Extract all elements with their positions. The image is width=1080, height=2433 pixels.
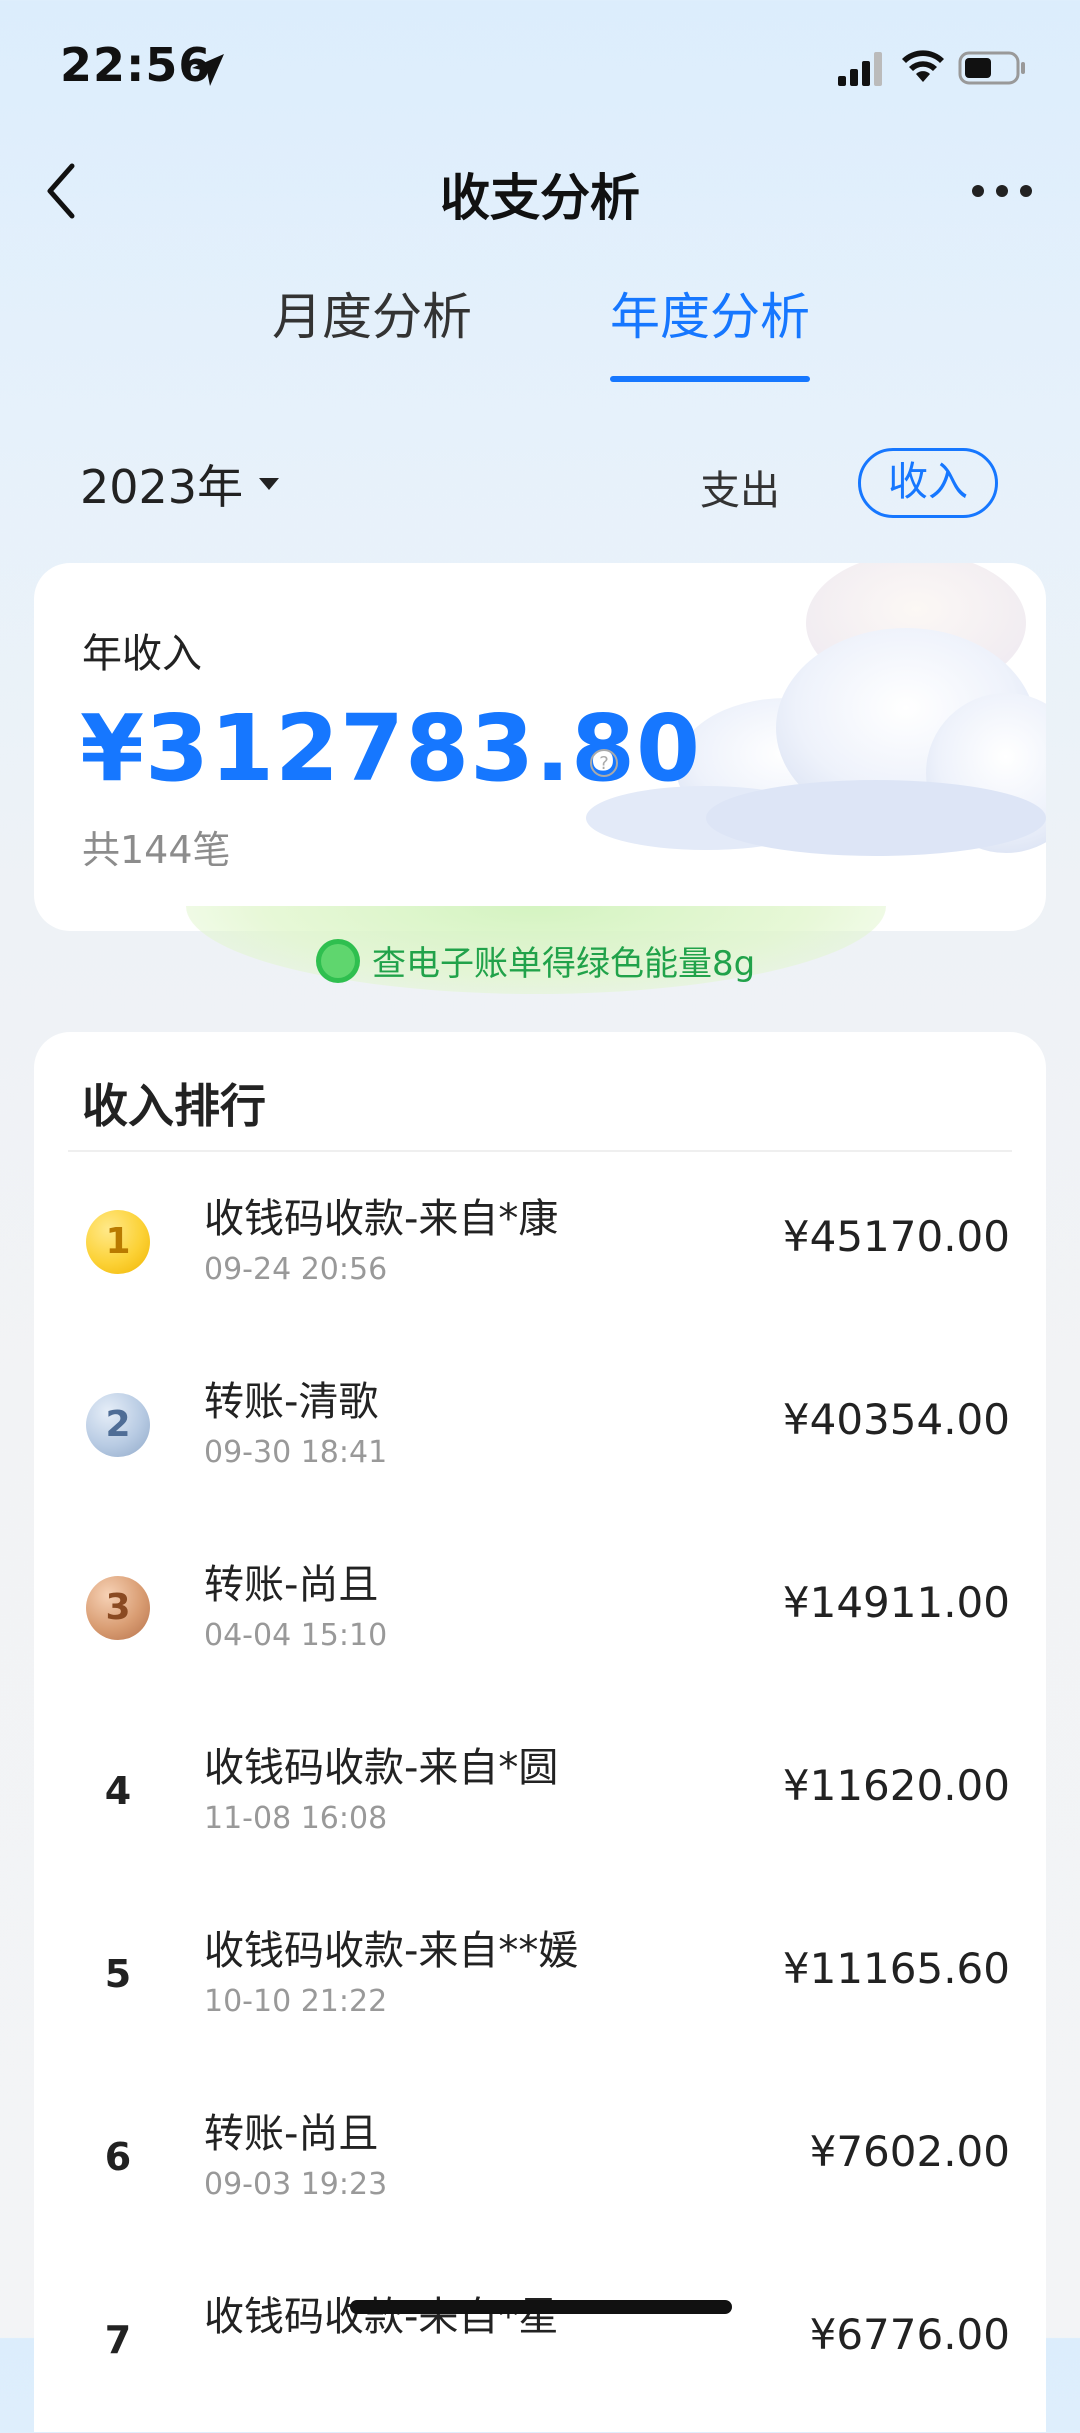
green-energy-text: 查电子账单得绿色能量8g <box>372 944 756 984</box>
ranking-row[interactable]: 2 转账-清歌 09-30 18:41 ¥40354.00 <box>34 1335 1046 1518</box>
ranking-title: 收入排行 <box>82 1079 266 1133</box>
tab-yearly-analysis[interactable]: 年度分析 <box>610 282 810 352</box>
battery-icon <box>958 51 1025 85</box>
income-ranking-card: 收入排行 1 收钱码收款-来自*康 09-24 20:56 ¥45170.00 … <box>34 1032 1046 2432</box>
home-indicator[interactable] <box>350 2300 732 2314</box>
transaction-amount: ¥40354.00 <box>782 1395 1010 1444</box>
rank-number: 7 <box>104 2318 132 2362</box>
transaction-name: 收钱码收款-来自**媛 <box>204 1928 579 1974</box>
green-energy-icon <box>316 938 360 983</box>
green-energy-banner[interactable]: 查电子账单得绿色能量8g <box>186 906 886 994</box>
transaction-amount: ¥14911.00 <box>782 1578 1010 1627</box>
transaction-amount: ¥7602.00 <box>809 2127 1010 2176</box>
status-bar: 22:56 <box>0 0 1080 130</box>
transaction-name: 收钱码收款-来自*康 <box>204 1196 559 1242</box>
year-label: 2023年 <box>80 460 244 514</box>
svg-text:?: ? <box>599 753 609 774</box>
transaction-amount: ¥11165.60 <box>782 1944 1010 1993</box>
income-summary-card: 年收入 ¥312783.80 ? 共144笔 <box>34 563 1046 931</box>
silver-medal-icon: 2 <box>86 1393 150 1457</box>
cellular-signal-icon <box>838 52 882 86</box>
transaction-time: 09-30 18:41 <box>204 1435 388 1470</box>
transaction-count: 共144笔 <box>82 828 231 872</box>
tab-monthly-analysis[interactable]: 月度分析 <box>272 282 472 352</box>
ranking-row[interactable]: 4 收钱码收款-来自*圆 11-08 16:08 ¥11620.00 <box>34 1701 1046 1884</box>
back-chevron-icon[interactable] <box>40 160 84 222</box>
transaction-amount: ¥45170.00 <box>782 1212 1010 1261</box>
transaction-name: 转账-尚且 <box>204 2111 379 2157</box>
help-question-icon[interactable]: ? <box>588 747 620 779</box>
bronze-medal-icon: 3 <box>86 1576 150 1640</box>
transaction-amount: ¥6776.00 <box>809 2310 1010 2359</box>
ranking-row[interactable]: 3 转账-尚且 04-04 15:10 ¥14911.00 <box>34 1518 1046 1701</box>
expense-toggle[interactable]: 支出 <box>700 458 780 516</box>
income-toggle[interactable]: 收入 <box>858 448 998 518</box>
page-title: 收支分析 <box>440 169 640 227</box>
ranking-row[interactable]: 5 收钱码收款-来自**媛 10-10 21:22 ¥11165.60 <box>34 1884 1046 2067</box>
transaction-time: 10-10 21:22 <box>204 1984 388 2019</box>
transaction-time: 04-04 15:10 <box>204 1618 388 1653</box>
ranking-row[interactable]: 6 转账-尚且 09-03 19:23 ¥7602.00 <box>34 2067 1046 2250</box>
rank-number: 4 <box>104 1769 132 1813</box>
transaction-time: 09-24 20:56 <box>204 1252 388 1287</box>
location-arrow-icon <box>192 54 224 86</box>
transaction-amount: ¥11620.00 <box>782 1761 1010 1810</box>
annual-income-label: 年收入 <box>82 631 202 677</box>
transaction-name: 转账-尚且 <box>204 1562 379 1608</box>
transaction-name: 转账-清歌 <box>204 1379 379 1425</box>
transaction-time: 11-08 16:08 <box>204 1801 388 1836</box>
wifi-icon <box>902 50 944 82</box>
rank-number: 6 <box>104 2135 132 2179</box>
rank-number: 5 <box>104 1952 132 1996</box>
caret-down-icon <box>259 478 280 490</box>
more-dots-icon[interactable] <box>970 178 1034 204</box>
ranking-row[interactable]: 1 收钱码收款-来自*康 09-24 20:56 ¥45170.00 <box>34 1152 1046 1335</box>
gold-medal-icon: 1 <box>86 1210 150 1274</box>
year-selector[interactable]: 2023年 <box>80 452 281 516</box>
transaction-time: 09-03 19:23 <box>204 2167 388 2202</box>
active-tab-indicator <box>610 376 810 382</box>
transaction-name: 收钱码收款-来自*圆 <box>204 1745 559 1791</box>
ranking-row[interactable]: 7 收钱码收款-来自*星 ¥6776.00 <box>34 2250 1046 2433</box>
